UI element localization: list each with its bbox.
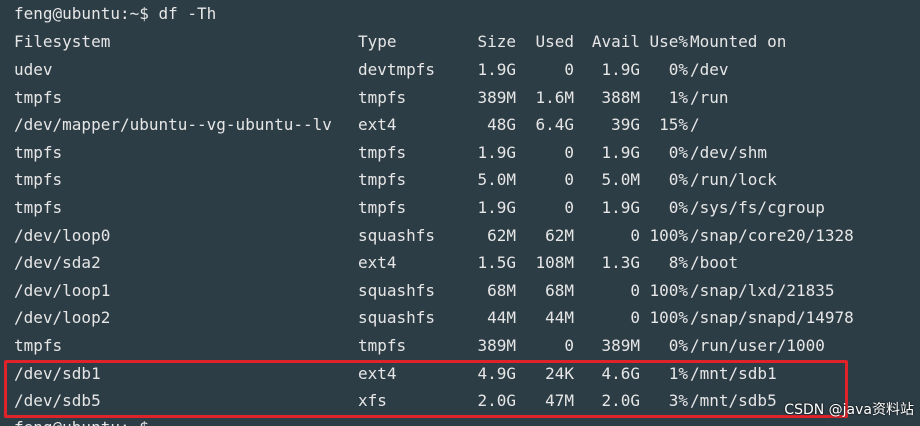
cell-type: squashfs [358, 226, 436, 245]
next-prompt: feng@ubuntu:~$ [14, 414, 149, 426]
cell-use-percent: 100% [649, 308, 688, 327]
cell-use-percent: 0% [668, 143, 688, 162]
header-mounted-on: Mounted on [690, 32, 787, 51]
cell-type: squashfs [358, 308, 436, 327]
cell-avail: 1.9G [601, 198, 640, 217]
watermark: CSDN @java资料站 [784, 402, 914, 418]
cell-used: 68M [545, 281, 574, 300]
cell-use-percent: 15% [659, 115, 688, 134]
cell-size: 44M [487, 308, 516, 327]
cell-mounted-on: /run/user/1000 [690, 336, 825, 355]
cell-size: 1.9G [477, 198, 516, 217]
cell-use-percent: 0% [668, 170, 688, 189]
cell-mounted-on: /boot [690, 253, 739, 272]
cell-filesystem: /dev/mapper/ubuntu--vg-ubuntu--lv [14, 115, 332, 134]
cell-filesystem: tmpfs [14, 336, 63, 355]
cell-type: ext4 [358, 253, 397, 272]
cell-type: devtmpfs [358, 60, 436, 79]
cell-avail: 388M [601, 88, 640, 107]
terminal-window[interactable]: feng@ubuntu:~$ df -Th Filesystem Type Si… [0, 0, 920, 426]
cell-use-percent: 0% [668, 336, 688, 355]
cell-filesystem: /dev/loop0 [14, 226, 111, 245]
header-avail: Avail [591, 32, 640, 51]
cell-use-percent: 1% [668, 88, 688, 107]
cell-used: 0 [564, 336, 574, 355]
cell-size: 68M [487, 281, 516, 300]
cell-avail: 0 [630, 281, 640, 300]
cell-size: 389M [477, 336, 516, 355]
cell-type: tmpfs [358, 198, 407, 217]
header-filesystem: Filesystem [14, 32, 111, 51]
cell-use-percent: 0% [668, 60, 688, 79]
cell-filesystem: tmpfs [14, 198, 63, 217]
cell-filesystem: tmpfs [14, 170, 63, 189]
header-type: Type [358, 32, 397, 51]
cell-used: 0 [564, 60, 574, 79]
cell-filesystem: udev [14, 60, 53, 79]
cell-mounted-on: /snap/core20/1328 [690, 226, 854, 245]
highlight-box [4, 360, 848, 418]
cell-avail: 39G [611, 115, 640, 134]
cell-type: tmpfs [358, 170, 407, 189]
cell-used: 44M [545, 308, 574, 327]
cell-size: 1.5G [477, 253, 516, 272]
cell-size: 1.9G [477, 60, 516, 79]
cell-mounted-on: / [690, 115, 700, 134]
cell-size: 62M [487, 226, 516, 245]
table-header: Filesystem Type Size Used Avail Use% Mou… [14, 28, 786, 55]
cell-type: tmpfs [358, 143, 407, 162]
cell-size: 48G [487, 115, 516, 134]
cell-use-percent: 8% [668, 253, 688, 272]
command-line: feng@ubuntu:~$ df -Th [14, 4, 217, 23]
cell-type: tmpfs [358, 88, 407, 107]
cell-used: 1.6M [535, 88, 574, 107]
cell-size: 1.9G [477, 143, 516, 162]
cell-use-percent: 100% [649, 281, 688, 300]
cell-size: 5.0M [477, 170, 516, 189]
cell-used: 108M [535, 253, 574, 272]
cell-mounted-on: /dev [690, 60, 729, 79]
cell-type: squashfs [358, 281, 436, 300]
cell-used: 6.4G [535, 115, 574, 134]
cell-mounted-on: /snap/lxd/21835 [690, 281, 835, 300]
cell-mounted-on: /run/lock [690, 170, 777, 189]
cell-avail: 1.9G [601, 60, 640, 79]
cell-used: 0 [564, 170, 574, 189]
cell-used: 0 [564, 198, 574, 217]
cell-use-percent: 0% [668, 198, 688, 217]
cell-filesystem: /dev/loop2 [14, 308, 111, 327]
header-size: Size [477, 32, 516, 51]
cell-size: 389M [477, 88, 516, 107]
cell-type: tmpfs [358, 336, 407, 355]
cell-avail: 0 [630, 308, 640, 327]
cell-use-percent: 100% [649, 226, 688, 245]
cell-type: ext4 [358, 115, 397, 134]
cell-mounted-on: /run [690, 88, 729, 107]
cell-avail: 5.0M [601, 170, 640, 189]
cell-mounted-on: /dev/shm [690, 143, 768, 162]
cell-filesystem: tmpfs [14, 143, 63, 162]
header-used: Used [535, 32, 574, 51]
cell-avail: 0 [630, 226, 640, 245]
cell-used: 62M [545, 226, 574, 245]
cell-avail: 1.3G [601, 253, 640, 272]
cell-mounted-on: /sys/fs/cgroup [690, 198, 825, 217]
cell-mounted-on: /snap/snapd/14978 [690, 308, 854, 327]
cell-avail: 389M [601, 336, 640, 355]
cell-avail: 1.9G [601, 143, 640, 162]
header-use-percent: Use% [649, 32, 688, 51]
cell-filesystem: /dev/sda2 [14, 253, 101, 272]
cell-used: 0 [564, 143, 574, 162]
cell-filesystem: tmpfs [14, 88, 63, 107]
cell-filesystem: /dev/loop1 [14, 281, 111, 300]
